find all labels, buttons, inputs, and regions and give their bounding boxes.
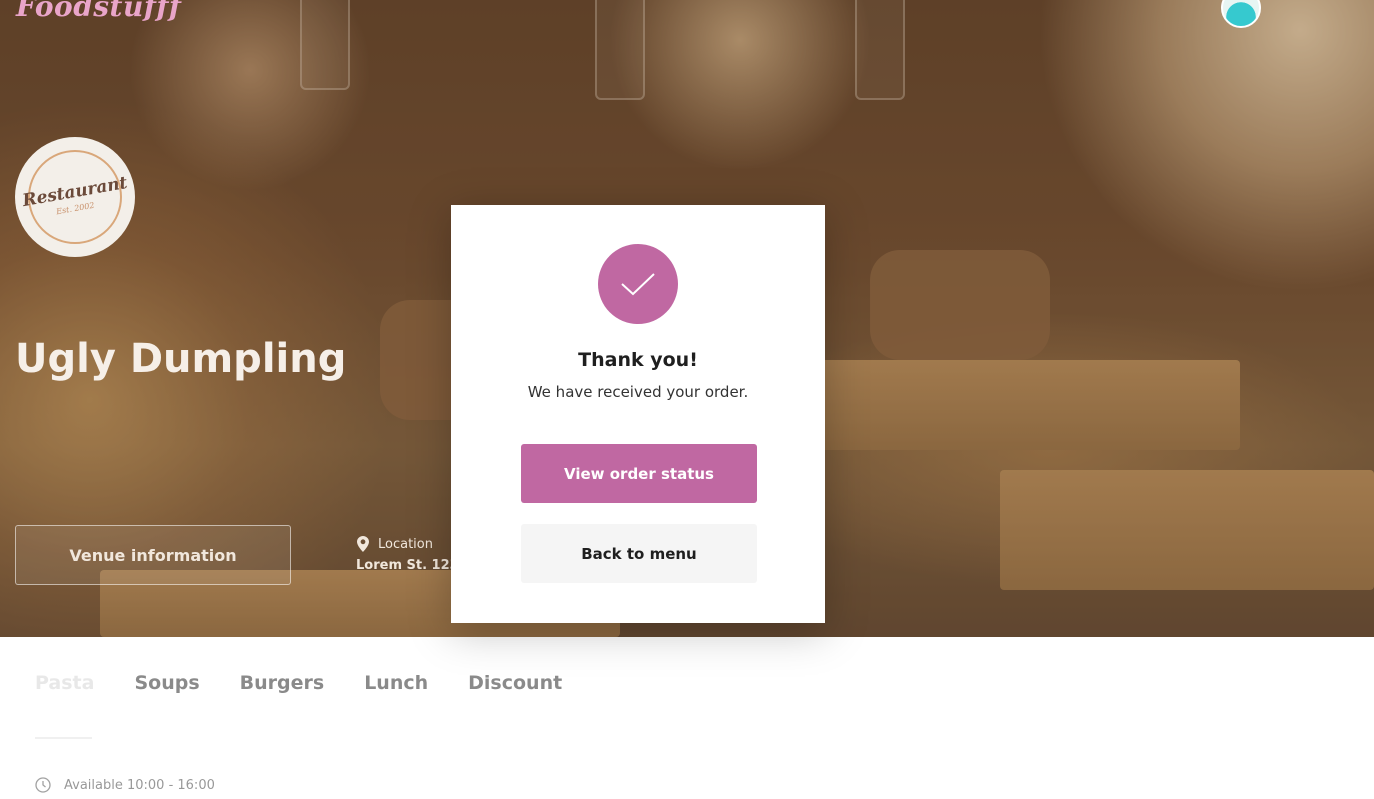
- brand-logo[interactable]: Foodstufff: [16, 0, 181, 23]
- modal-overlay: [0, 637, 1374, 799]
- clock-icon: [35, 777, 51, 793]
- pendant-lamp: [300, 0, 350, 90]
- map-pin-icon: [356, 536, 370, 552]
- view-order-status-button[interactable]: View order status: [521, 444, 757, 503]
- location-block: Location Lorem St. 123: [356, 536, 459, 573]
- dialog-message: We have received your order.: [527, 383, 749, 401]
- restaurant-logo: Restaurant Est. 2002: [15, 137, 135, 257]
- order-confirmation-dialog: Thank you! We have received your order. …: [451, 205, 825, 623]
- availability-text: Available 10:00 - 16:00: [64, 777, 215, 793]
- dialog-title: Thank you!: [578, 349, 698, 371]
- active-tab-indicator: [35, 737, 92, 739]
- menu-tabs: Pasta Soups Burgers Lunch Discount: [35, 672, 562, 694]
- check-icon: [598, 244, 678, 324]
- pendant-lamp: [595, 0, 645, 100]
- pendant-lamp: [855, 0, 905, 100]
- location-address: Lorem St. 123: [356, 558, 459, 573]
- table: [820, 360, 1240, 450]
- table: [1000, 470, 1374, 590]
- venue-name: Ugly Dumpling: [15, 336, 347, 382]
- venue-information-button[interactable]: Venue information: [15, 525, 291, 585]
- tab-burgers[interactable]: Burgers: [240, 672, 325, 694]
- tab-pasta[interactable]: Pasta: [35, 672, 94, 694]
- location-label: Location: [378, 536, 433, 552]
- tab-soups[interactable]: Soups: [134, 672, 199, 694]
- sofa-cushion: [870, 250, 1050, 360]
- back-to-menu-button[interactable]: Back to menu: [521, 524, 757, 583]
- availability-row: Available 10:00 - 16:00: [35, 777, 215, 793]
- restaurant-logo-ring: Restaurant Est. 2002: [21, 150, 129, 244]
- tab-lunch[interactable]: Lunch: [364, 672, 428, 694]
- tab-discount[interactable]: Discount: [468, 672, 562, 694]
